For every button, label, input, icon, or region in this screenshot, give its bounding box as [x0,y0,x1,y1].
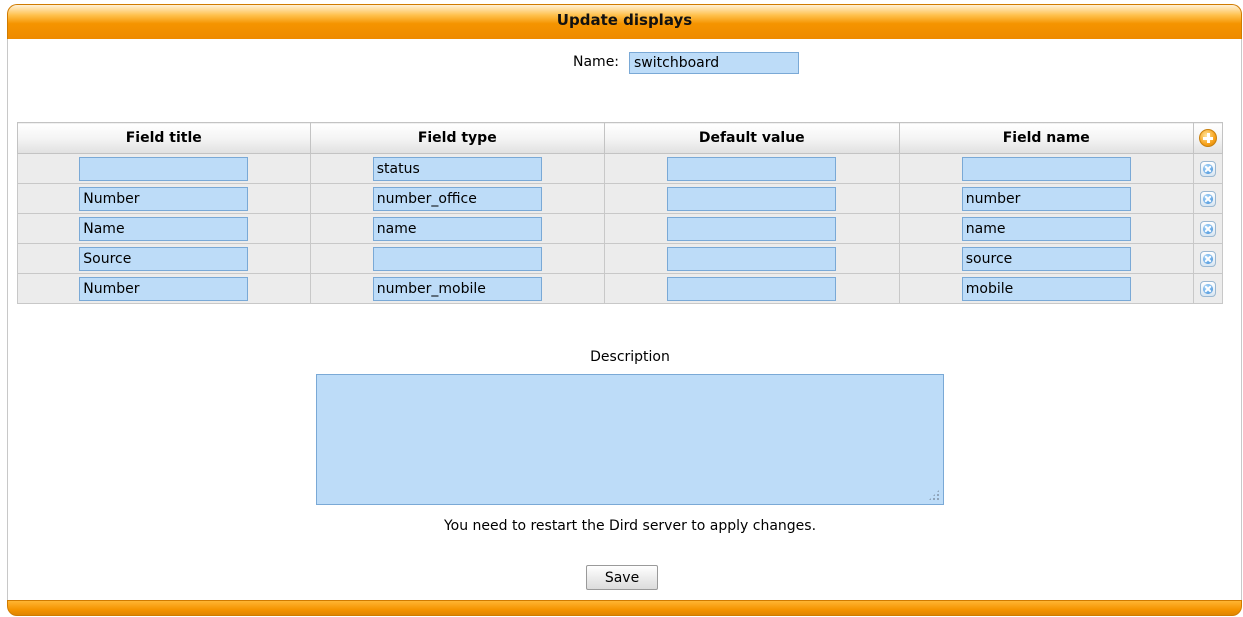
field-title-input[interactable] [79,216,249,241]
table-row [17,183,1223,214]
cell-field-type [309,273,606,304]
delete-x-icon[interactable] [1200,190,1216,207]
cell-default-value [604,273,900,304]
cell-field-name [898,183,1195,214]
page-title: Update displays [556,11,693,29]
cell-field-title [17,153,311,184]
field-type-input[interactable] [372,276,542,301]
column-header-field-type: Field type [309,122,606,154]
cell-field-title [17,273,311,304]
default-value-input[interactable] [667,156,837,181]
cell-field-name [898,273,1195,304]
field-title-input[interactable] [79,156,249,181]
cell-field-name [898,243,1195,274]
table-row [17,243,1223,274]
default-value-input[interactable] [667,186,837,211]
column-header-default-value: Default value [604,122,900,154]
cell-field-name [898,213,1195,244]
field-name-input[interactable] [961,276,1131,301]
description-label: Description [590,349,670,365]
default-value-input[interactable] [667,246,837,271]
cell-field-title [17,183,311,214]
field-type-input[interactable] [372,156,542,181]
field-title-input[interactable] [79,186,249,211]
cell-field-type [309,213,606,244]
cell-field-type [309,243,606,274]
field-type-input[interactable] [372,216,542,241]
add-plus-icon[interactable] [1199,129,1217,147]
field-name-input[interactable] [961,216,1131,241]
cell-field-type [309,153,606,184]
field-type-input[interactable] [372,246,542,271]
restart-notice: You need to restart the Dird server to a… [443,518,817,534]
cell-field-title [17,213,311,244]
panel-header: Update displays [7,4,1242,39]
field-type-input[interactable] [372,186,542,211]
cell-default-value [604,183,900,214]
cell-field-title [17,243,311,274]
field-name-input[interactable] [961,156,1131,181]
delete-x-icon[interactable] [1200,250,1216,267]
cell-default-value [604,153,900,184]
cell-delete [1193,273,1223,304]
table-row [17,153,1223,184]
add-column-cell [1193,122,1223,154]
name-row: Name: [0,51,1243,75]
field-title-input[interactable] [79,246,249,271]
delete-x-icon[interactable] [1200,160,1216,177]
cell-delete [1193,213,1223,244]
default-value-input[interactable] [667,216,837,241]
cell-default-value [604,213,900,244]
name-input[interactable] [629,52,799,74]
cell-field-name [898,153,1195,184]
table-row [17,273,1223,304]
column-header-field-name: Field name [898,122,1195,154]
cell-default-value [604,243,900,274]
field-name-input[interactable] [961,186,1131,211]
cell-delete [1193,243,1223,274]
cell-field-type [309,183,606,214]
panel-footer [7,600,1242,616]
field-title-input[interactable] [79,276,249,301]
default-value-input[interactable] [667,276,837,301]
table-row [17,213,1223,244]
table-header-row: Field title Field type Default value Fie… [17,122,1223,154]
fields-table: Field title Field type Default value Fie… [17,122,1223,304]
save-button[interactable]: Save [586,565,658,590]
field-name-input[interactable] [961,246,1131,271]
cell-delete [1193,183,1223,214]
delete-x-icon[interactable] [1200,220,1216,237]
description-textarea[interactable] [316,374,944,505]
column-header-field-title: Field title [17,122,311,154]
name-label: Name: [573,54,620,70]
delete-x-icon[interactable] [1200,280,1216,297]
cell-delete [1193,153,1223,184]
